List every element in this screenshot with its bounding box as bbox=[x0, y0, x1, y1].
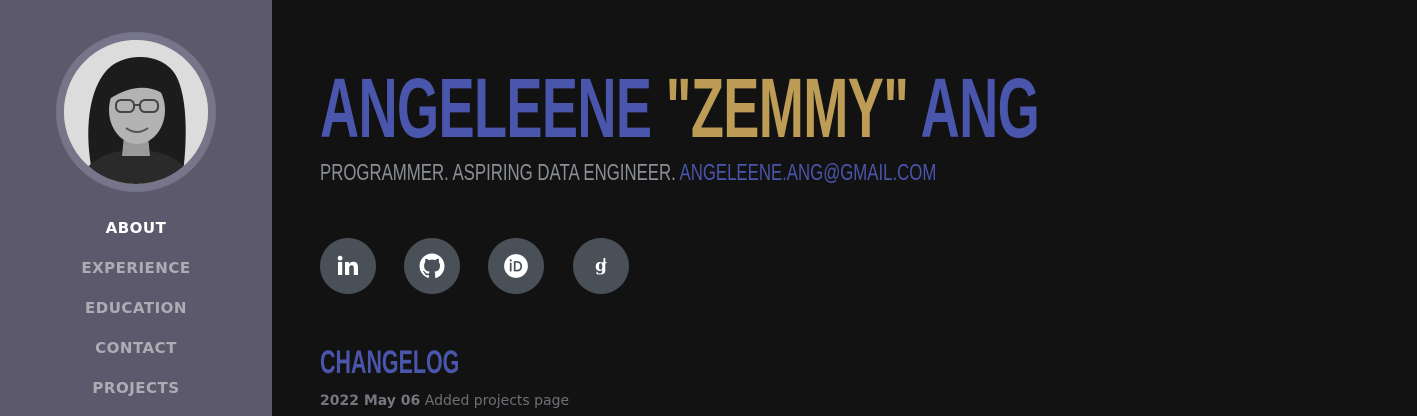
google-scholar-icon: g bbox=[595, 256, 607, 276]
page-title: ANGELEENE "ZEMMY" ANG bbox=[320, 60, 1040, 156]
nickname: "ZEMMY" bbox=[665, 61, 909, 155]
changelog-entry: 2022 May 06 Added projects page bbox=[320, 391, 569, 411]
nav-item-education[interactable]: EDUCATION bbox=[0, 293, 272, 333]
avatar-photo bbox=[64, 40, 208, 184]
nav-item-contact[interactable]: CONTACT bbox=[0, 333, 272, 373]
avatar-ring bbox=[56, 32, 216, 192]
orcid-button[interactable] bbox=[488, 238, 544, 294]
sidebar-nav: ABOUT EXPERIENCE EDUCATION CONTACT PROJE… bbox=[0, 213, 272, 413]
github-button[interactable] bbox=[404, 238, 460, 294]
avatar bbox=[64, 40, 208, 184]
linkedin-icon bbox=[337, 255, 358, 275]
email-link[interactable]: ANGELEENE.ANG@GMAIL.COM bbox=[680, 159, 937, 185]
changelog-text: Added projects page bbox=[424, 393, 570, 409]
changelog-date: 2022 May 06 bbox=[320, 393, 421, 409]
subheading: PROGRAMMER. ASPIRING DATA ENGINEER. ANGE… bbox=[320, 158, 936, 186]
google-scholar-button[interactable]: g bbox=[573, 238, 629, 294]
last-name: ANG bbox=[920, 61, 1040, 155]
nav-item-projects[interactable]: PROJECTS bbox=[0, 373, 272, 413]
orcid-icon bbox=[504, 254, 528, 278]
github-icon bbox=[419, 253, 445, 279]
main-content: ANGELEENE "ZEMMY" ANG PROGRAMMER. ASPIRI… bbox=[320, 0, 1380, 416]
first-name: ANGELEENE bbox=[320, 61, 652, 155]
linkedin-button[interactable] bbox=[320, 238, 376, 294]
changelog-title: CHANGELOG bbox=[320, 344, 460, 380]
nav-item-experience[interactable]: EXPERIENCE bbox=[0, 253, 272, 293]
sidebar: ABOUT EXPERIENCE EDUCATION CONTACT PROJE… bbox=[0, 0, 272, 416]
nav-item-about[interactable]: ABOUT bbox=[0, 213, 272, 253]
tagline: PROGRAMMER. ASPIRING DATA ENGINEER. bbox=[320, 159, 676, 185]
